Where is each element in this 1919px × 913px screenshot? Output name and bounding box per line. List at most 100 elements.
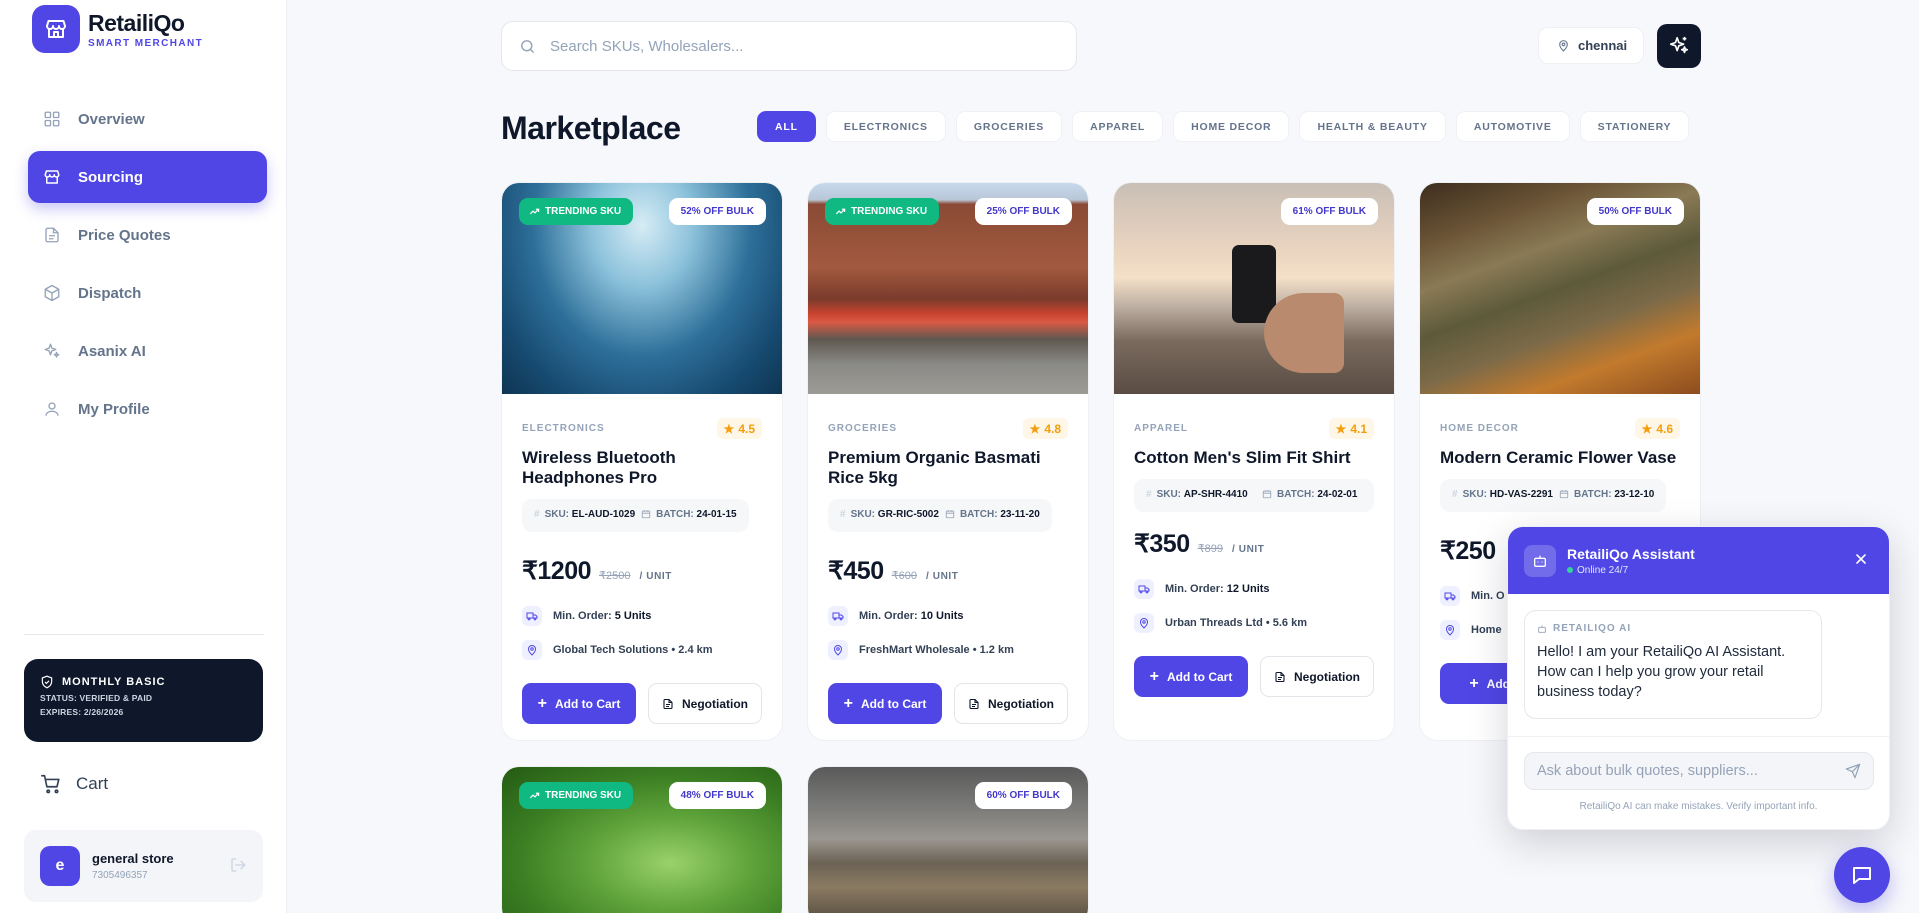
category-chip-apparel[interactable]: APPAREL [1072, 111, 1164, 142]
calendar-icon [1559, 489, 1569, 502]
brand-tagline: SMART MERCHANT [88, 37, 204, 49]
avatar[interactable]: e [40, 846, 80, 886]
ai-sparkle-button[interactable] [1657, 24, 1701, 68]
sidebar-item-asanix-ai[interactable]: Asanix AI [28, 325, 267, 377]
product-price: ₹350 [1134, 530, 1190, 558]
location-selector[interactable]: chennai [1538, 27, 1645, 64]
product-image[interactable]: TRENDING SKU 48% OFF BULK [502, 767, 782, 913]
product-image[interactable]: TRENDING SKU 25% OFF BULK [808, 183, 1088, 394]
discount-badge: 50% OFF BULK [1586, 198, 1684, 225]
category-chip-home-decor[interactable]: HOME DECOR [1173, 111, 1290, 142]
search-bar[interactable]: Search SKUs, Wholesalers... [501, 21, 1077, 71]
hand-in-photo [1264, 293, 1344, 373]
rating-badge: ★ 4.1 [1328, 418, 1374, 439]
chat-divider [1508, 736, 1889, 737]
trending-up-icon [529, 208, 540, 215]
product-card[interactable]: TRENDING SKU 48% OFF BULK [501, 766, 783, 913]
product-image[interactable]: 61% OFF BULK [1114, 183, 1394, 394]
add-to-cart-button[interactable]: + Add to Cart [1134, 656, 1248, 697]
cart-link[interactable]: Cart [40, 773, 108, 795]
product-card[interactable]: TRENDING SKU 52% OFF BULK ELECTRONICS ★ 4… [501, 182, 783, 741]
plus-icon: + [1149, 667, 1159, 685]
product-card[interactable]: 60% OFF BULK [807, 766, 1089, 913]
truck-icon [828, 606, 848, 626]
product-name[interactable]: Premium Organic Basmati Rice 5kg [828, 448, 1068, 488]
negotiation-button[interactable]: Negotiation [1260, 656, 1374, 697]
product-name[interactable]: Modern Ceramic Flower Vase [1440, 448, 1680, 468]
supplier-info: FreshMart Wholesale • 1.2 km [828, 640, 1068, 660]
plus-icon: + [1469, 674, 1479, 692]
product-category: ELECTRONICS [522, 423, 605, 434]
chat-bubble-icon [1853, 867, 1871, 884]
negotiation-button[interactable]: Negotiation [954, 683, 1068, 724]
category-chip-all[interactable]: ALL [757, 111, 816, 142]
sidebar-item-dispatch[interactable]: Dispatch [28, 267, 267, 319]
product-name[interactable]: Wireless Bluetooth Headphones Pro [522, 448, 762, 488]
message-sender: RETAILIQO AI [1553, 623, 1632, 634]
logout-icon[interactable] [229, 856, 247, 879]
min-order: Min. Order: 5 Units [522, 606, 762, 626]
chat-input[interactable]: Ask about bulk quotes, suppliers... [1524, 752, 1874, 790]
price-unit: / UNIT [1231, 544, 1265, 555]
sku-batch-info: # SKU: EL-AUD-1029 BATCH: 24-01-15 [522, 499, 749, 532]
category-chip-automotive[interactable]: AUTOMOTIVE [1455, 111, 1570, 142]
trending-up-icon [835, 208, 846, 215]
cart-icon [41, 774, 60, 794]
product-image[interactable]: 50% OFF BULK [1420, 183, 1700, 394]
min-order: Min. Order: 10 Units [828, 606, 1068, 626]
shield-check-icon [41, 675, 53, 689]
search-input[interactable]: Search SKUs, Wholesalers... [550, 38, 743, 55]
category-chip-health-beauty[interactable]: HEALTH & BEAUTY [1299, 111, 1446, 142]
sidebar-item-my-profile[interactable]: My Profile [28, 383, 267, 435]
message-text: Hello! I am your RetailiQo AI Assistant.… [1537, 644, 1786, 700]
category-chip-stationery[interactable]: STATIONERY [1579, 111, 1690, 142]
chat-input-placeholder: Ask about bulk quotes, suppliers... [1537, 763, 1758, 779]
sidebar-item-label: My Profile [78, 400, 150, 418]
supplier-info: Urban Threads Ltd • 5.6 km [1134, 613, 1374, 633]
sidebar-item-overview[interactable]: Overview [28, 93, 267, 145]
product-card[interactable]: TRENDING SKU 25% OFF BULK GROCERIES ★ 4.8… [807, 182, 1089, 741]
store-icon [42, 167, 62, 187]
rating-badge: ★ 4.6 [1634, 418, 1680, 439]
category-chip-groceries[interactable]: GROCERIES [955, 111, 1063, 142]
star-icon: ★ [1335, 421, 1347, 436]
sidebar-item-sourcing[interactable]: Sourcing [28, 151, 267, 203]
chat-toggle-button[interactable] [1834, 847, 1890, 903]
add-to-cart-button[interactable]: + Add to Cart [828, 683, 942, 724]
cart-label: Cart [76, 774, 109, 793]
sidebar: RetailiQo SMART MERCHANT Overview Sourci… [0, 0, 287, 913]
close-icon[interactable] [1853, 551, 1869, 572]
rating-badge: ★ 4.8 [1022, 418, 1068, 439]
product-card[interactable]: 61% OFF BULK APPAREL ★ 4.1 Cotton Men's S… [1113, 182, 1395, 741]
min-order: Min. Order: 12 Units [1134, 579, 1374, 599]
user-icon [42, 399, 62, 419]
brand-name: RetailiQo [88, 9, 185, 36]
add-to-cart-button[interactable]: + Add to Cart [522, 683, 636, 724]
star-icon: ★ [1029, 421, 1041, 436]
original-price: ₹899 [1197, 543, 1223, 555]
category-chip-electronics[interactable]: ELECTRONICS [825, 111, 946, 142]
category-filter: ALL ELECTRONICS GROCERIES APPAREL HOME D… [757, 111, 1690, 142]
brand-logo[interactable]: RetailiQo SMART MERCHANT [32, 5, 203, 53]
discount-badge: 60% OFF BULK [974, 782, 1072, 809]
product-price: ₹1200 [522, 557, 592, 585]
negotiation-button[interactable]: Negotiation [648, 683, 762, 724]
bot-icon [1524, 544, 1556, 577]
product-image[interactable]: TRENDING SKU 52% OFF BULK [502, 183, 782, 394]
page-title: Marketplace [501, 110, 681, 146]
plus-icon: + [843, 694, 853, 712]
sparkles-icon [1669, 36, 1689, 54]
truck-icon [1440, 586, 1460, 606]
trending-badge: TRENDING SKU [519, 198, 634, 225]
product-image[interactable]: 60% OFF BULK [808, 767, 1088, 913]
product-name[interactable]: Cotton Men's Slim Fit Shirt [1134, 448, 1374, 468]
box-icon [42, 283, 62, 303]
sidebar-item-label: Price Quotes [78, 226, 171, 244]
location-city: chennai [1578, 38, 1628, 53]
sku-batch-info: # SKU: AP-SHR-4410 BATCH: 24-02-01 [1134, 479, 1374, 512]
map-pin-icon [1134, 613, 1154, 633]
sidebar-item-price-quotes[interactable]: Price Quotes [28, 209, 267, 261]
send-icon[interactable] [1845, 763, 1861, 784]
trending-up-icon [529, 792, 540, 799]
sidebar-item-label: Dispatch [78, 284, 142, 302]
